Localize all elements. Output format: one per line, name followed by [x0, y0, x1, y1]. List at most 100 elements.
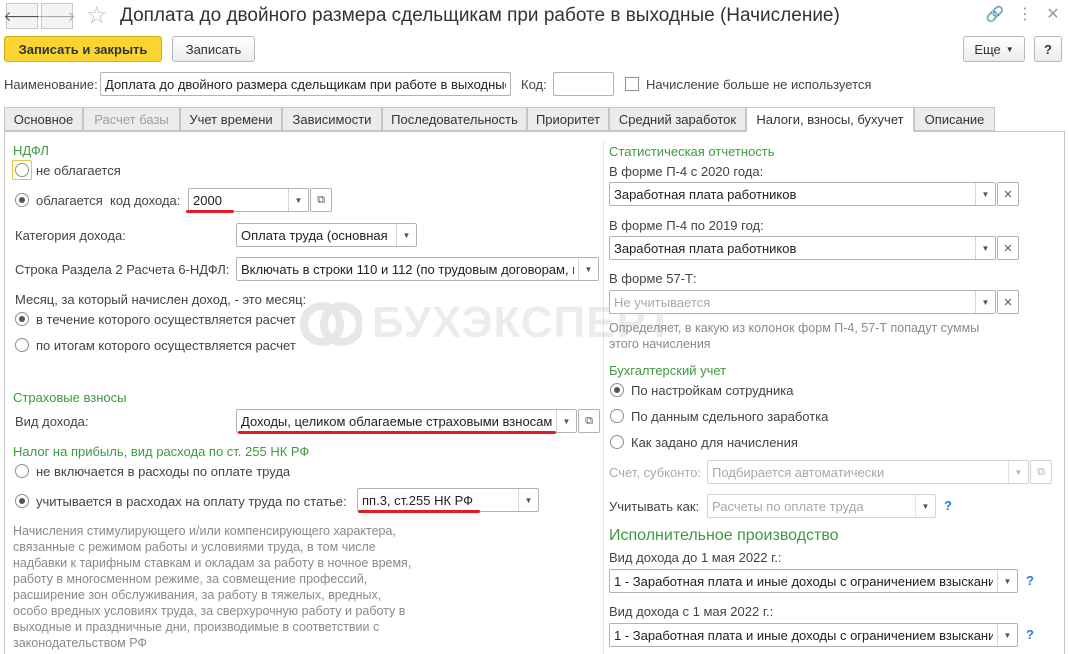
row-6ndfl-label: Строка Раздела 2 Расчета 6-НДФЛ: — [15, 262, 230, 277]
link-icon[interactable]: 🔗 — [984, 4, 1006, 24]
help-button[interactable]: ? — [1034, 36, 1062, 62]
dropdown-arrow-icon[interactable]: ▼ — [578, 258, 598, 280]
unused-label: Начисление больше не используется — [646, 77, 872, 92]
unused-checkbox[interactable] — [625, 77, 639, 91]
f57-clear-button[interactable]: ✕ — [997, 290, 1019, 314]
forward-button[interactable]: 🡒 — [38, 3, 76, 29]
accounting-piecework-radio[interactable] — [610, 409, 624, 423]
consider-field[interactable]: Расчеты по оплате труда ▼ — [707, 494, 936, 518]
favorite-star-icon[interactable]: ☆ — [86, 1, 108, 30]
enforcement-after-value: 1 - Заработная плата и иные доходы с огр… — [614, 628, 993, 643]
insurance-title: Страховые взносы — [13, 390, 127, 405]
column-divider — [603, 140, 604, 654]
code-field[interactable] — [553, 72, 614, 96]
save-button[interactable]: Записать — [172, 36, 255, 62]
month-current-radio[interactable] — [15, 312, 29, 326]
accounting-accrual-radio[interactable] — [610, 435, 624, 449]
tab-description[interactable]: Описание — [914, 107, 995, 131]
income-code-label: код дохода: — [110, 193, 181, 208]
dropdown-arrow-icon[interactable]: ▼ — [975, 237, 995, 259]
panel-left-border — [4, 131, 5, 654]
f57-placeholder: Не учитывается — [614, 295, 711, 310]
profit-tax-title: Налог на прибыль, вид расхода по ст. 255… — [13, 444, 310, 459]
income-kind-field[interactable]: Доходы, целиком облагаемые страховыми вз… — [236, 409, 577, 433]
account-placeholder: Подбирается автоматически — [712, 465, 885, 480]
month-result-radio[interactable] — [15, 338, 29, 352]
p4-2020-clear-button[interactable]: ✕ — [997, 182, 1019, 206]
dropdown-arrow-icon[interactable]: ▼ — [396, 224, 416, 246]
enforcement-before-help-icon[interactable]: ? — [1026, 573, 1034, 588]
dropdown-arrow-icon[interactable]: ▼ — [975, 183, 995, 205]
annotation-underline — [186, 210, 234, 213]
tab-dependencies[interactable]: Зависимости — [282, 107, 382, 131]
p4-2019-label: В форме П-4 по 2019 год: — [609, 218, 764, 233]
category-field[interactable]: Оплата труда (основная н ▼ — [236, 223, 417, 247]
clear-icon: ✕ — [1003, 242, 1013, 255]
row-6ndfl-field[interactable]: Включать в строки 110 и 112 (по трудовым… — [236, 257, 599, 281]
account-open-button[interactable]: ⧉ — [1030, 460, 1052, 484]
profit-included-radio[interactable] — [15, 494, 29, 508]
name-value: Доплата до двойного размера сдельщикам п… — [105, 77, 506, 92]
ndfl-title: НДФЛ — [13, 143, 49, 158]
panel-right-border — [1064, 131, 1065, 654]
chevron-down-icon: ▼ — [1005, 44, 1014, 54]
stats-title: Статистическая отчетность — [609, 144, 775, 159]
f57-label: В форме 57-Т: — [609, 271, 697, 286]
income-code-field[interactable]: 2000 ▼ — [188, 188, 309, 212]
save-and-close-button[interactable]: Записать и закрыть — [4, 36, 162, 62]
dropdown-arrow-icon[interactable]: ▼ — [288, 189, 308, 211]
annotation-underline — [358, 510, 480, 513]
tab-time-accounting[interactable]: Учет времени — [180, 107, 282, 131]
ndfl-taxed-label: облагается — [36, 193, 103, 208]
tab-sequence[interactable]: Последовательность — [382, 107, 527, 131]
enforcement-after-help-icon[interactable]: ? — [1026, 627, 1034, 642]
enforcement-before-field[interactable]: 1 - Заработная плата и иные доходы с огр… — [609, 569, 1018, 593]
p4-2019-value: Заработная плата работников — [614, 241, 797, 256]
dropdown-arrow-icon[interactable]: ▼ — [518, 489, 538, 511]
enforcement-after-field[interactable]: 1 - Заработная плата и иные доходы с огр… — [609, 623, 1018, 647]
category-value: Оплата труда (основная н — [241, 228, 392, 243]
p4-2020-value: Заработная плата работников — [614, 187, 797, 202]
f57-field[interactable]: Не учитывается ▼ — [609, 290, 996, 314]
tab-base-calc[interactable]: Расчет базы — [83, 107, 180, 131]
enforcement-title: Исполнительное производство — [609, 527, 839, 544]
income-kind-open-button[interactable]: ⧉ — [578, 409, 600, 433]
dropdown-arrow-icon[interactable]: ▼ — [915, 495, 935, 517]
tab-priority[interactable]: Приоритет — [527, 107, 609, 131]
dropdown-arrow-icon[interactable]: ▼ — [997, 570, 1017, 592]
account-field[interactable]: Подбирается автоматически ▼ — [707, 460, 1029, 484]
income-kind-label: Вид дохода: — [15, 414, 89, 429]
dropdown-arrow-icon[interactable]: ▼ — [997, 624, 1017, 646]
p4-2019-clear-button[interactable]: ✕ — [997, 236, 1019, 260]
income-kind-value: Доходы, целиком облагаемые страховыми вз… — [241, 414, 552, 429]
tab-main[interactable]: Основное — [4, 107, 83, 131]
tab-average-earnings[interactable]: Средний заработок — [609, 107, 746, 131]
name-field[interactable]: Доплата до двойного размера сдельщикам п… — [100, 72, 511, 96]
open-window-icon: ⧉ — [585, 414, 593, 427]
p4-2019-field[interactable]: Заработная плата работников ▼ — [609, 236, 996, 260]
consider-help-icon[interactable]: ? — [944, 498, 952, 513]
ndfl-taxed-radio[interactable] — [15, 193, 29, 207]
more-vertical-icon[interactable]: ⋮ — [1014, 4, 1036, 24]
row-6ndfl-value: Включать в строки 110 и 112 (по трудовым… — [241, 262, 574, 277]
more-label: Еще — [974, 41, 1001, 57]
p4-2020-field[interactable]: Заработная плата работников ▼ — [609, 182, 996, 206]
enforcement-after-label: Вид дохода с 1 мая 2022 г.: — [609, 604, 774, 619]
dropdown-arrow-icon[interactable]: ▼ — [975, 291, 995, 313]
article-field[interactable]: пп.3, ст.255 НК РФ ▼ — [357, 488, 539, 512]
income-code-open-button[interactable]: ⧉ — [310, 188, 332, 212]
enforcement-before-value: 1 - Заработная плата и иные доходы с огр… — [614, 574, 993, 589]
close-icon[interactable]: ✕ — [1042, 4, 1064, 24]
accounting-employee-radio[interactable] — [610, 383, 624, 397]
p4-2020-label: В форме П-4 с 2020 года: — [609, 164, 764, 179]
back-button[interactable]: 🡐 — [3, 3, 41, 29]
profit-not-included-radio[interactable] — [15, 464, 29, 478]
dropdown-arrow-icon[interactable]: ▼ — [556, 410, 576, 432]
accounting-piecework-label: По данным сдельного заработка — [631, 409, 829, 424]
ndfl-not-taxed-radio[interactable] — [15, 163, 29, 177]
account-label: Счет, субконто: — [609, 465, 702, 480]
tab-taxes[interactable]: Налоги, взносы, бухучет — [746, 107, 914, 132]
watermark-logo-icon — [300, 293, 364, 355]
dropdown-arrow-icon[interactable]: ▼ — [1008, 461, 1028, 483]
more-button[interactable]: Еще ▼ — [963, 36, 1025, 62]
